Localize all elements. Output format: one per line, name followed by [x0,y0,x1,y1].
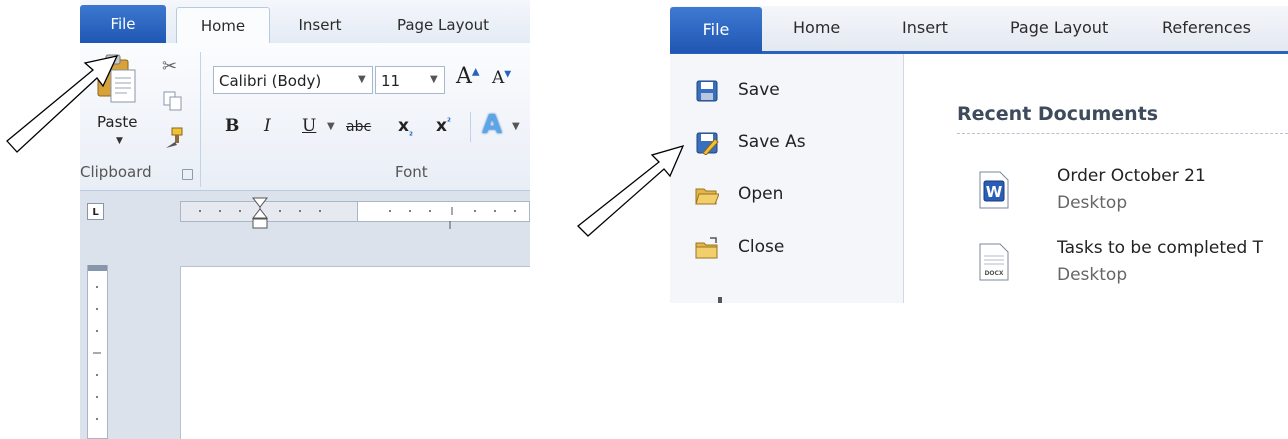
menu-item-open[interactable]: Open [680,177,890,213]
subscript-glyph: x [398,116,409,136]
font-name-dropdown-arrow[interactable]: ▼ [358,66,366,94]
bold-button[interactable]: B [225,116,239,136]
pointer-arrow-to-file-tab [6,55,119,153]
font-size-dropdown-arrow[interactable]: ▼ [430,66,438,94]
menu-item-save-label: Save [738,80,780,100]
clipboard-dialog-launcher[interactable] [182,169,193,180]
document-page[interactable] [180,266,530,439]
svg-text:W: W [986,183,1003,201]
grow-font-glyph: A [456,64,472,89]
tab-page-layout[interactable]: Page Layout [1010,18,1108,37]
clipboard-group-label: Clipboard [80,163,152,181]
recent-doc-location: Desktop [1057,193,1128,213]
recent-documents-title: Recent Documents [957,103,1159,125]
tab-home[interactable]: Home [793,18,840,37]
menu-item-close[interactable]: Close [680,230,890,266]
file-tab[interactable]: File [80,5,166,43]
tab-home[interactable]: Home [176,7,270,45]
menu-item-save-as-label: Save As [738,132,806,152]
grow-font-button[interactable]: A▲ [456,64,480,89]
tab-selector-button[interactable]: L [87,203,104,220]
format-painter-icon[interactable] [162,126,186,150]
save-icon [696,80,718,102]
recent-documents-divider [957,133,1288,134]
copy-icon[interactable] [162,90,184,112]
subscript-button[interactable]: x₂ [398,116,413,138]
underline-button[interactable]: U [302,116,316,136]
recent-doc-location: Desktop [1057,265,1128,285]
tab-insert[interactable]: Insert [284,7,356,43]
recent-doc-item[interactable]: W Order October 21 Desktop [970,166,1288,218]
recent-doc-item[interactable]: DOCX Tasks to be completed T Desktop [970,238,1288,290]
close-folder-icon [695,237,718,259]
font-group-label: Font [395,163,428,181]
recent-doc-name: Order October 21 [1057,166,1206,186]
menu-item-partial-icon [718,297,722,303]
indent-markers-icon[interactable] [250,196,270,236]
menu-item-close-label: Close [738,237,785,257]
menu-item-save-as[interactable]: Save As [680,125,890,161]
superscript-button[interactable]: x² [436,116,451,136]
italic-button[interactable]: I [264,116,271,136]
font-row-separator [470,112,471,142]
text-effects-dropdown-arrow[interactable]: ▼ [512,121,520,132]
file-tab-active[interactable]: File [670,7,762,53]
docx-icon: DOCX [979,243,1009,281]
word-backstage-panel: File Home Insert Page Layout References … [670,0,1288,303]
save-as-icon [696,132,719,155]
recent-doc-name: Tasks to be completed T [1057,238,1264,258]
ruler-ticks [199,207,516,229]
tab-insert[interactable]: Insert [902,18,948,37]
open-folder-icon [695,188,719,205]
shrink-font-glyph: A [492,68,505,88]
vertical-ruler-ticks [88,265,107,420]
text-effects-icon[interactable]: A [482,110,502,140]
underline-dropdown-arrow[interactable]: ▼ [327,121,335,132]
tab-references[interactable]: References [1162,18,1251,37]
svg-text:DOCX: DOCX [984,270,1003,277]
superscript-glyph: x [436,116,447,136]
font-name-box[interactable]: Calibri (Body) [213,66,373,94]
shrink-font-button[interactable]: A▼ [492,68,511,88]
group-separator [200,52,201,187]
strikethrough-button[interactable]: abc [346,119,371,135]
cut-icon[interactable]: ✂ [162,56,184,80]
word-doc-icon: W [979,171,1009,209]
word-home-ribbon-panel: File Home Insert Page Layout Paste ▼ ✂ C… [80,0,530,439]
menu-item-save[interactable]: Save [680,73,890,109]
menu-item-open-label: Open [738,184,784,204]
pointer-arrow-to-save-as [577,144,685,237]
tab-page-layout[interactable]: Page Layout [378,7,508,43]
